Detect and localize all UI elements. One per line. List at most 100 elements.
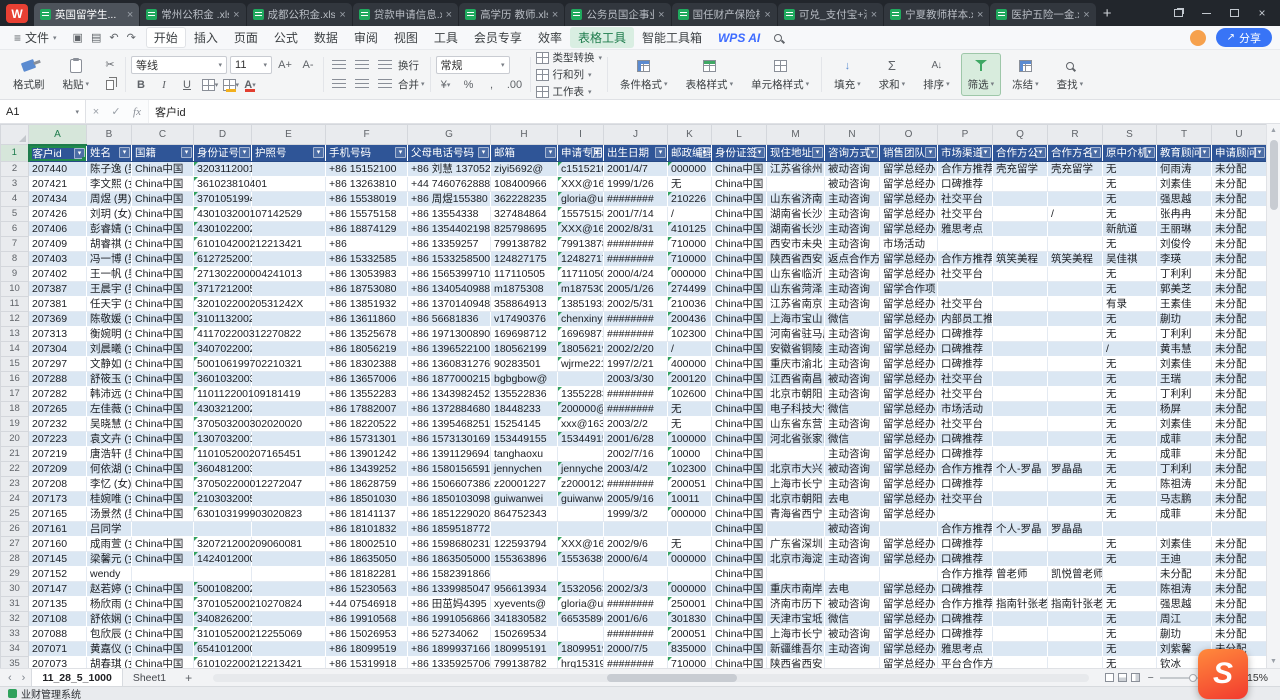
file-tab[interactable]: 英国留学生...× bbox=[34, 3, 139, 26]
cell-C27[interactable]: China中国 bbox=[132, 536, 194, 551]
cell-G9[interactable]: +86 1565399710 bbox=[408, 266, 491, 281]
cell-C7[interactable]: China中国 bbox=[132, 236, 194, 251]
cell-B12[interactable]: 陈敬媛 (女 bbox=[87, 311, 132, 326]
cell-B35[interactable]: 胡春琪 (女 bbox=[87, 656, 132, 668]
cell-I17[interactable]: 135522836 bbox=[558, 386, 604, 401]
menu-item-工具[interactable]: 工具 bbox=[426, 27, 466, 48]
find-button[interactable]: 查找▾ bbox=[1050, 53, 1091, 96]
header-cell-S1[interactable]: 原中介机▾ bbox=[1103, 145, 1157, 162]
cell-N8[interactable]: 返点合作方 bbox=[825, 251, 880, 266]
cell-P8[interactable]: 合作方推荐 bbox=[938, 251, 993, 266]
cell-U13[interactable]: 未分配 bbox=[1212, 326, 1267, 341]
cell-L12[interactable]: China中国 bbox=[712, 311, 767, 326]
cell-R28[interactable] bbox=[1048, 551, 1103, 566]
row-header-10[interactable]: 10 bbox=[1, 281, 29, 296]
cell-M29[interactable] bbox=[767, 566, 825, 581]
filter-dropdown-icon[interactable]: ▾ bbox=[313, 147, 324, 158]
cell-A27[interactable]: 207160 bbox=[29, 536, 87, 551]
cell-T9[interactable]: 丁利利 bbox=[1157, 266, 1212, 281]
cell-U29[interactable]: 未分配 bbox=[1212, 566, 1267, 581]
cell-Q20[interactable] bbox=[993, 431, 1048, 446]
cell-F6[interactable]: +86 18874129 bbox=[326, 221, 408, 236]
cell-Q29[interactable]: 曾老师 bbox=[993, 566, 1048, 581]
cell-T24[interactable]: 马志鹏 bbox=[1157, 491, 1212, 506]
cell-J25[interactable]: 1999/3/2 bbox=[604, 506, 668, 521]
cell-N35[interactable] bbox=[825, 656, 880, 668]
cell-O24[interactable]: 留学总经办 bbox=[880, 491, 938, 506]
cell-O11[interactable]: 留学总经办 bbox=[880, 296, 938, 311]
cell-E24[interactable] bbox=[252, 491, 326, 506]
cell-L4[interactable]: China中国 bbox=[712, 191, 767, 206]
cell-Q11[interactable] bbox=[993, 296, 1048, 311]
cell-N12[interactable]: 微信 bbox=[825, 311, 880, 326]
cell-U30[interactable]: 未分配 bbox=[1212, 581, 1267, 596]
cell-S13[interactable]: 无 bbox=[1103, 326, 1157, 341]
cell-N14[interactable]: 主动咨询 bbox=[825, 341, 880, 356]
scroll-down-icon[interactable]: ▼ bbox=[1270, 655, 1277, 668]
cell-C21[interactable]: China中国 bbox=[132, 446, 194, 461]
cell-N17[interactable]: 主动咨询 bbox=[825, 386, 880, 401]
cell-B26[interactable]: 吕同学 bbox=[87, 521, 132, 536]
cell-D6[interactable]: 430102200208315525 bbox=[194, 221, 252, 236]
cell-U12[interactable]: 未分配 bbox=[1212, 311, 1267, 326]
cell-S11[interactable]: 有录 bbox=[1103, 296, 1157, 311]
row-header-30[interactable]: 30 bbox=[1, 581, 29, 596]
tab-close-icon[interactable]: × bbox=[658, 9, 664, 21]
cell-U2[interactable]: 未分配 bbox=[1212, 161, 1267, 176]
cell-F2[interactable]: +86 15152100 bbox=[326, 161, 408, 176]
cell-C14[interactable]: China中国 bbox=[132, 341, 194, 356]
menu-item-效率[interactable]: 效率 bbox=[530, 27, 570, 48]
cell-C24[interactable]: China中国 bbox=[132, 491, 194, 506]
cell-H14[interactable]: 180562199 bbox=[491, 341, 558, 356]
cell-J5[interactable]: 2001/7/14 bbox=[604, 206, 668, 221]
cell-L10[interactable]: China中国 bbox=[712, 281, 767, 296]
save-icon[interactable]: ▣ bbox=[69, 31, 87, 44]
cell-H16[interactable]: bgbgbow@ bbox=[491, 371, 558, 386]
row-header-18[interactable]: 18 bbox=[1, 401, 29, 416]
cell-B9[interactable]: 王一帆 (男 bbox=[87, 266, 132, 281]
column-header-C[interactable]: C bbox=[132, 125, 194, 145]
cell-I26[interactable] bbox=[558, 521, 604, 536]
new-tab-button[interactable]: + bbox=[1097, 5, 1121, 26]
cell-P16[interactable]: 社交平台 bbox=[938, 371, 993, 386]
cell-I13[interactable]: 169698712 bbox=[558, 326, 604, 341]
cell-L29[interactable]: China中国 bbox=[712, 566, 767, 581]
cell-B30[interactable]: 赵若婷 (女 bbox=[87, 581, 132, 596]
cell-T33[interactable]: 蒯玏 bbox=[1157, 626, 1212, 641]
cell-F26[interactable]: +86 18101832 bbox=[326, 521, 408, 536]
header-cell-C1[interactable]: 国籍▾ bbox=[132, 145, 194, 162]
filter-dropdown-icon[interactable]: ▾ bbox=[545, 147, 556, 158]
filter-dropdown-icon[interactable]: ▾ bbox=[74, 148, 85, 159]
cell-E8[interactable] bbox=[252, 251, 326, 266]
cell-A7[interactable]: 207409 bbox=[29, 236, 87, 251]
cell-N9[interactable]: 主动咨询 bbox=[825, 266, 880, 281]
cell-E20[interactable] bbox=[252, 431, 326, 446]
cell-K35[interactable]: 710000 bbox=[668, 656, 712, 668]
cell-O35[interactable]: 留学总经办 bbox=[880, 656, 938, 668]
cell-A3[interactable]: 207421 bbox=[29, 176, 87, 191]
menu-item-开始[interactable]: 开始 bbox=[146, 27, 186, 48]
tab-close-icon[interactable]: × bbox=[1083, 9, 1089, 21]
cell-G19[interactable]: +86 1395468251 bbox=[408, 416, 491, 431]
cell-N33[interactable]: 被动咨询 bbox=[825, 626, 880, 641]
cell-U22[interactable]: 未分配 bbox=[1212, 461, 1267, 476]
cell-D33[interactable]: 310105200212255069 bbox=[194, 626, 252, 641]
cell-E15[interactable] bbox=[252, 356, 326, 371]
cell-T31[interactable]: 强思越 bbox=[1157, 596, 1212, 611]
cell-C4[interactable]: China中国 bbox=[132, 191, 194, 206]
tab-close-icon[interactable]: × bbox=[446, 9, 452, 21]
cell-F15[interactable]: +86 18302388 bbox=[326, 356, 408, 371]
column-header-U[interactable]: U bbox=[1212, 125, 1267, 145]
redo-icon[interactable]: ↷ bbox=[123, 31, 140, 44]
cell-M10[interactable]: 山东省菏泽 bbox=[767, 281, 825, 296]
cell-R20[interactable] bbox=[1048, 431, 1103, 446]
cell-A6[interactable]: 207406 bbox=[29, 221, 87, 236]
cell-C34[interactable]: China中国 bbox=[132, 641, 194, 656]
cell-A21[interactable]: 207219 bbox=[29, 446, 87, 461]
cell-F9[interactable]: +86 13053983 bbox=[326, 266, 408, 281]
cell-B25[interactable]: 汤景然 (男 bbox=[87, 506, 132, 521]
cell-M17[interactable]: 北京市朝阳 bbox=[767, 386, 825, 401]
cell-F32[interactable]: +86 19910568 bbox=[326, 611, 408, 626]
bold-button[interactable]: B bbox=[131, 77, 151, 93]
cell-R27[interactable] bbox=[1048, 536, 1103, 551]
